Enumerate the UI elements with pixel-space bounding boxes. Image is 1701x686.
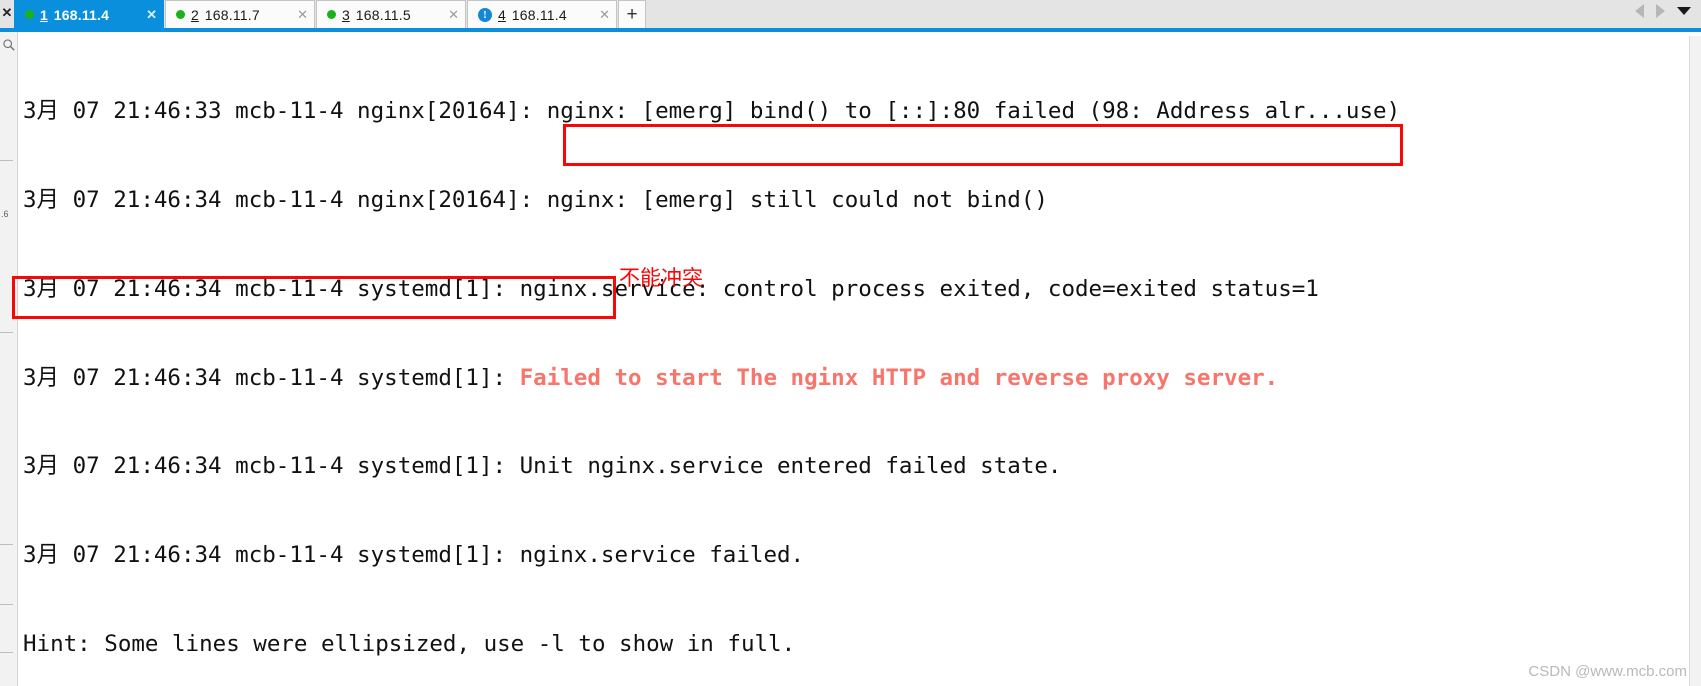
gutter-tick (0, 604, 13, 605)
green-dot-icon (327, 10, 336, 19)
gutter-tick (0, 160, 13, 161)
gutter-mark-label: .6 (1, 209, 9, 219)
terminal-line: Hint: Some lines were ellipsized, use -l… (23, 630, 796, 657)
terminal-window: ✕ 1 168.11.4 ✕ 2 168.11.7 ✕ 3 168.11.5 ✕… (0, 0, 1701, 686)
annotation-note-chinese: 不能冲突 (619, 266, 703, 290)
watermark: CSDN @www.mcb.com (1528, 663, 1687, 680)
gutter-tick (0, 652, 13, 653)
terminal-line: 3月 07 21:46:34 mcb-11-4 systemd[1]: ngin… (23, 275, 1319, 302)
tab-label: 168.11.5 (355, 6, 411, 23)
tab-2[interactable]: 2 168.11.7 ✕ (165, 0, 315, 28)
tab-label: 168.11.7 (204, 6, 260, 23)
terminal-line: 3月 07 21:46:33 mcb-11-4 nginx[20164]: ng… (23, 98, 1401, 125)
tab-label: 168.11.4 (53, 6, 110, 23)
close-icon[interactable]: ✕ (434, 7, 459, 23)
tab-number: 4 (498, 6, 506, 23)
terminal-line: 3月 07 21:46:34 mcb-11-4 systemd[1]: Unit… (23, 453, 1062, 480)
right-scroll-edge[interactable] (1689, 36, 1701, 686)
green-dot-icon (25, 10, 34, 19)
gutter-tick (0, 332, 13, 333)
close-icon[interactable]: ✕ (283, 7, 308, 23)
window-close-glyph[interactable]: ✕ (0, 0, 14, 28)
tab-bar: ✕ 1 168.11.4 ✕ 2 168.11.7 ✕ 3 168.11.5 ✕… (0, 0, 1701, 32)
terminal-line-prefix: 3月 07 21:46:34 mcb-11-4 systemd[1]: (23, 364, 520, 391)
tab-number: 1 (40, 6, 48, 23)
terminal-line-failed: 3月 07 21:46:34 mcb-11-4 systemd[1]: Fail… (23, 364, 1701, 394)
terminal-output[interactable]: 3月 07 21:46:33 mcb-11-4 nginx[20164]: ng… (19, 32, 1701, 686)
tab-label: 168.11.4 (511, 6, 567, 23)
close-icon[interactable]: ✕ (585, 7, 610, 23)
chevron-right-icon[interactable] (1656, 4, 1665, 18)
gutter-tick (0, 544, 13, 545)
tab-number: 2 (191, 6, 199, 23)
new-tab-button[interactable]: + (618, 0, 646, 28)
chevron-down-icon[interactable] (1677, 7, 1691, 15)
tab-3[interactable]: 3 168.11.5 ✕ (316, 0, 466, 28)
terminal-line: 3月 07 21:46:34 mcb-11-4 nginx[20164]: ng… (23, 186, 1048, 213)
tab-1[interactable]: 1 168.11.4 ✕ (14, 0, 164, 28)
tab-bar-controls (1635, 0, 1701, 28)
blue-alert-icon: ! (478, 7, 492, 22)
close-icon[interactable]: ✕ (132, 7, 157, 23)
tab-number: 3 (342, 6, 350, 23)
failed-to-start-text: Failed to start The nginx HTTP and rever… (519, 364, 1279, 391)
search-icon[interactable] (2, 38, 16, 52)
side-gutter: .6 (0, 32, 18, 686)
tab-4[interactable]: ! 4 168.11.4 ✕ (467, 0, 617, 28)
green-dot-icon (176, 10, 185, 19)
chevron-left-icon[interactable] (1635, 4, 1644, 18)
terminal-line: 3月 07 21:46:34 mcb-11-4 systemd[1]: ngin… (23, 542, 805, 569)
